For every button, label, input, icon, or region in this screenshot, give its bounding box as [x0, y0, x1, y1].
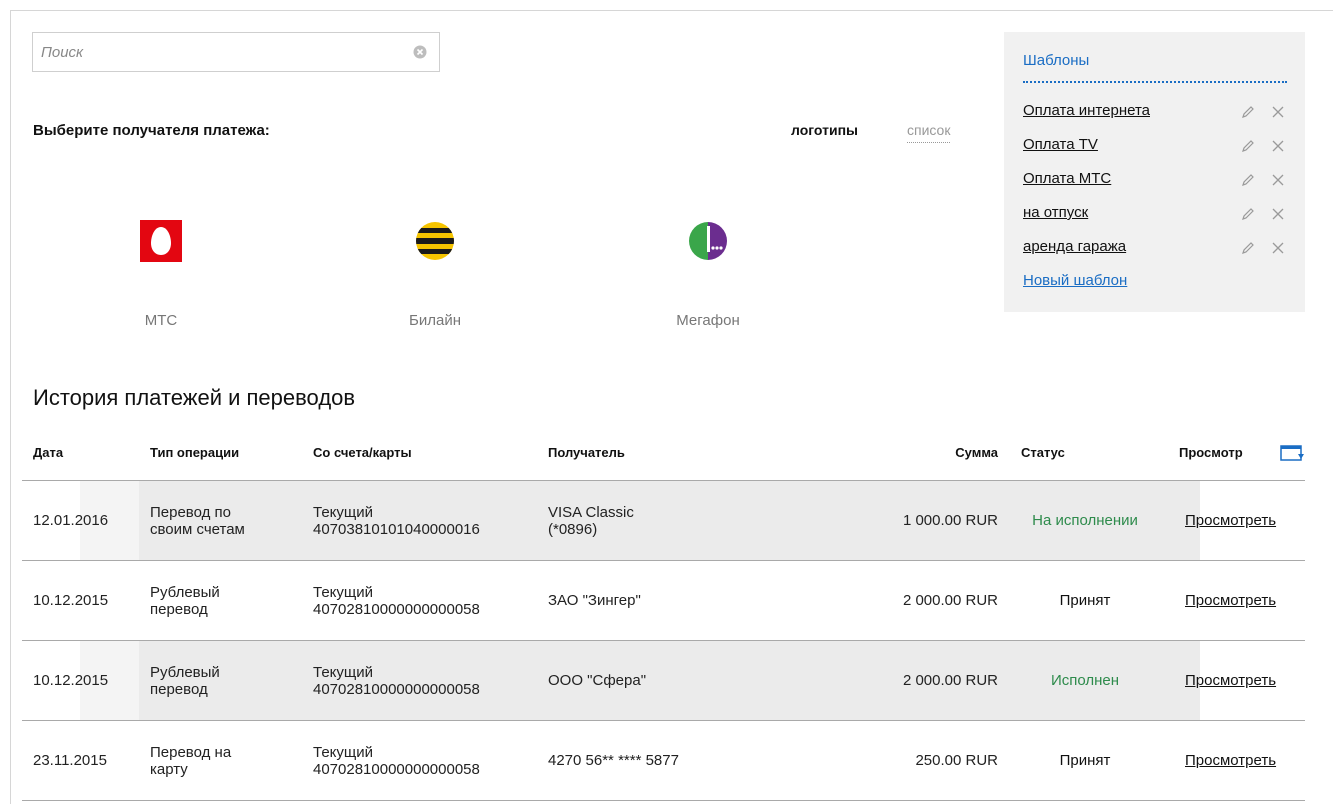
- history-title: История платежей и переводов: [33, 385, 356, 410]
- cell-from: Текущий 40702810000000000058: [313, 743, 480, 778]
- cell-view: Просмотреть: [1185, 721, 1276, 800]
- pencil-icon[interactable]: [1241, 105, 1255, 119]
- cell-date: 10.12.2015: [33, 672, 109, 689]
- cell-view: Просмотреть: [1185, 481, 1276, 560]
- search-input[interactable]: [33, 33, 419, 71]
- cell-sum: 2 000.00 RUR: [902, 672, 998, 689]
- template-link[interactable]: на отпуск: [1023, 204, 1088, 221]
- templates-panel: Шаблоны Оплата интернета Оплата TV Оплат…: [1004, 32, 1305, 312]
- pencil-icon[interactable]: [1241, 139, 1255, 153]
- cell-sum: 250.00 RUR: [915, 752, 998, 769]
- provider-beeline[interactable]: Билайн: [365, 220, 505, 329]
- cell-type: Рублевый перевод: [150, 663, 220, 698]
- provider-name: Билайн: [409, 312, 461, 329]
- cell-date: 23.11.2015: [33, 752, 107, 769]
- column-header-date: Дата: [33, 445, 64, 460]
- status-badge: Принят: [1059, 592, 1111, 609]
- status-badge: Исполнен: [1050, 672, 1120, 689]
- cell-type: Перевод по своим счетам: [150, 503, 245, 538]
- templates-title: Шаблоны: [1023, 52, 1090, 69]
- cell-view: Просмотреть: [1185, 561, 1276, 640]
- close-icon[interactable]: [1271, 139, 1285, 153]
- mts-logo-icon: [140, 220, 182, 262]
- template-link[interactable]: Оплата МТС: [1023, 170, 1111, 187]
- clear-icon[interactable]: [413, 45, 427, 59]
- cell-from: Текущий 40702810000000000058: [313, 583, 480, 618]
- status-badge: На исполнении: [1032, 512, 1138, 529]
- template-item: аренда гаража: [1023, 238, 1287, 260]
- pencil-icon[interactable]: [1241, 241, 1255, 255]
- column-header-recipient: Получатель: [548, 445, 625, 460]
- pencil-icon[interactable]: [1241, 207, 1255, 221]
- view-link[interactable]: Просмотреть: [1185, 672, 1276, 689]
- choose-recipient-heading: Выберите получателя платежа:: [33, 122, 270, 139]
- export-icon[interactable]: [1280, 445, 1305, 463]
- templates-divider: [1023, 81, 1287, 83]
- cell-view: Просмотреть: [1185, 641, 1276, 720]
- template-item: Оплата МТС: [1023, 170, 1287, 192]
- template-item: Оплата TV: [1023, 136, 1287, 158]
- cell-sum: 2 000.00 RUR: [902, 592, 998, 609]
- view-mode-logos[interactable]: логотипы: [791, 122, 858, 138]
- template-link[interactable]: аренда гаража: [1023, 238, 1126, 255]
- template-item: на отпуск: [1023, 204, 1287, 226]
- table-row: 12.01.2016 Перевод по своим счетам Текущи…: [22, 481, 1305, 560]
- table-divider: [22, 800, 1305, 801]
- view-link[interactable]: Просмотреть: [1185, 752, 1276, 769]
- cell-from: Текущий 40703810101040000016: [313, 503, 480, 538]
- template-link[interactable]: Оплата TV: [1023, 136, 1098, 153]
- column-header-sum: Сумма: [955, 445, 998, 460]
- cell-date: 12.01.2016: [33, 512, 109, 529]
- megafon-logo-icon: [689, 222, 727, 260]
- close-icon[interactable]: [1271, 241, 1285, 255]
- table-row: 23.11.2015 Перевод на карту Текущий 407028…: [22, 721, 1305, 800]
- column-header-from: Со счета/карты: [313, 445, 412, 460]
- cell-date: 10.12.2015: [33, 592, 109, 609]
- column-header-type: Тип операции: [150, 445, 240, 460]
- view-link[interactable]: Просмотреть: [1185, 592, 1276, 609]
- provider-name: МТС: [144, 312, 178, 329]
- search-box: [32, 32, 440, 72]
- new-template-link[interactable]: Новый шаблон: [1023, 272, 1127, 289]
- cell-sum: 1 000.00 RUR: [902, 512, 998, 529]
- cell-type: Перевод на карту: [150, 743, 232, 778]
- table-row: 10.12.2015 Рублевый перевод Текущий 407028…: [22, 561, 1305, 640]
- column-header-view: Просмотр: [1179, 445, 1243, 460]
- pencil-icon[interactable]: [1241, 173, 1255, 187]
- provider-megafon[interactable]: Мегафон: [638, 220, 778, 329]
- cell-type: Рублевый перевод: [150, 583, 220, 618]
- beeline-logo-icon: [416, 222, 454, 260]
- close-icon[interactable]: [1271, 207, 1285, 221]
- view-mode-list[interactable]: список: [907, 122, 951, 143]
- template-link[interactable]: Оплата интернета: [1023, 102, 1150, 119]
- close-icon[interactable]: [1271, 173, 1285, 187]
- provider-name: Мегафон: [676, 312, 740, 329]
- provider-mts[interactable]: МТС: [91, 220, 231, 329]
- column-header-status: Статус: [1021, 445, 1065, 460]
- close-icon[interactable]: [1271, 105, 1285, 119]
- cell-from: Текущий 40702810000000000058: [313, 663, 480, 698]
- view-link[interactable]: Просмотреть: [1185, 512, 1276, 529]
- status-badge: Принят: [1059, 752, 1111, 769]
- table-row: 10.12.2015 Рублевый перевод Текущий 407028…: [22, 641, 1305, 720]
- template-item: Оплата интернета: [1023, 102, 1287, 124]
